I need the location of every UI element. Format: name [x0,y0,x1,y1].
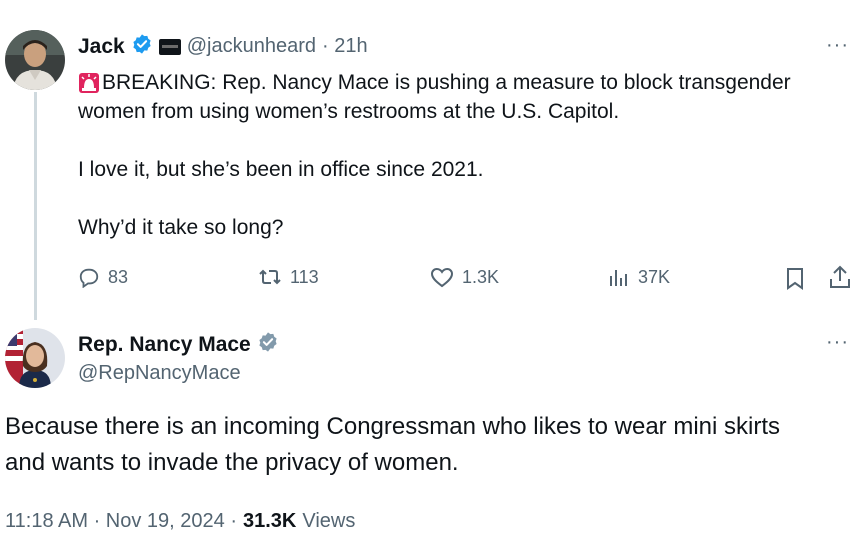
reply-timestamp[interactable]: 11:18 AM · Nov 19, 2024 · [5,510,237,533]
affiliate-badge-icon[interactable] [158,38,181,55]
tweet-line-1: BREAKING: Rep. Nancy Mace is pushing a m… [78,68,858,97]
reply-more-options-icon[interactable]: ··· [826,331,849,354]
tweet-header: Jack @jackunheard · 21h [78,33,368,60]
bookmark-icon [787,268,803,290]
government-badge-icon [257,331,279,358]
reply-button[interactable]: 83 [78,266,128,288]
reply-views-label: Views [302,510,356,532]
reply-views-count: 31.3K [242,510,297,532]
views-button[interactable]: 37K [608,266,670,288]
heart-icon [430,267,454,288]
reply-icon [79,268,99,288]
share-icon [830,265,850,288]
tweet-line-1-text: BREAKING: Rep. Nancy Mace is pushing a m… [102,71,791,94]
reply-count: 83 [108,266,129,287]
tweet-body: BREAKING: Rep. Nancy Mace is pushing a m… [78,68,858,242]
reply-meta: 11:18 AM · Nov 19, 2024 · 31.3K Views [5,510,355,533]
reply-line-2: and wants to invade the privacy of women… [5,449,459,476]
avatar-jack[interactable] [5,30,65,90]
rotating-light-icon [78,72,100,94]
author-handle[interactable]: @jackunheard [187,35,316,58]
reply-author-handle[interactable]: @RepNancyMace [78,362,241,385]
repost-icon [259,269,281,285]
reply-body: Because there is an incoming Congressman… [5,409,860,481]
views-count: 37K [638,266,671,287]
verified-badge-icon [131,33,153,60]
analytics-icon [610,270,627,286]
repost-count: 113 [290,266,319,287]
author-name[interactable]: Jack [78,35,125,59]
tweet-line-2: women from using women’s restrooms at th… [78,100,620,123]
tweet-line-4: Why’d it take so long? [78,216,284,239]
reply-header: Rep. Nancy Mace [78,331,279,358]
tweet-line-3: I love it, but she’s been in office sinc… [78,158,484,181]
like-button[interactable]: 1.3K [430,266,499,288]
reply-author-name[interactable]: Rep. Nancy Mace [78,333,251,357]
share-button[interactable] [828,264,852,295]
avatar-nancy-mace[interactable] [5,328,65,388]
repost-button[interactable]: 113 [258,266,319,288]
reply-line-1: Because there is an incoming Congressman… [5,413,780,440]
bookmark-button[interactable] [784,266,806,295]
tweet-time[interactable]: · 21h [322,35,368,58]
thread-connector-line [34,92,37,320]
more-options-icon[interactable]: ··· [826,34,849,57]
like-count: 1.3K [462,266,500,287]
